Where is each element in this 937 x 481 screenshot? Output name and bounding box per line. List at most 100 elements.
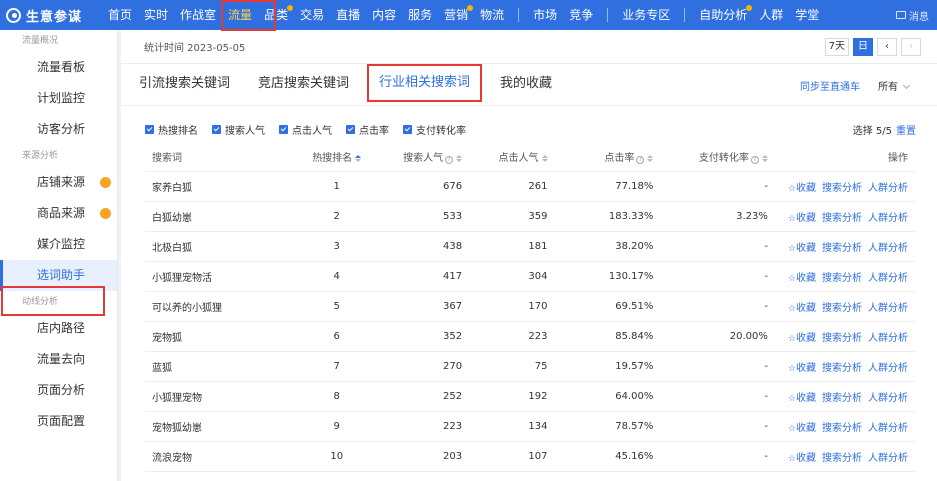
star-icon: ☆ [787, 333, 796, 344]
col-click-popularity[interactable]: 点击人气 [469, 143, 554, 171]
nav-item-competition[interactable]: 竞争 [563, 0, 599, 30]
filter-conversion[interactable]: 支付转化率 [403, 122, 466, 137]
crowd-analysis-link[interactable]: 人群分析 [868, 363, 908, 374]
tab-competitor-keywords[interactable]: 竞店搜索关键词 [248, 63, 359, 105]
help-icon[interactable]: ? [750, 156, 759, 165]
cell-keyword: 宠物狐 [145, 320, 290, 351]
nav-item-self-analysis[interactable]: 自助分析 [693, 0, 753, 30]
sync-to-ztc-link[interactable]: 同步至直通车 [800, 78, 860, 93]
collect-button[interactable]: ☆收藏 [788, 273, 816, 284]
sidebar-item-page-analysis[interactable]: 页面分析 [0, 375, 117, 406]
sidebar-group-overview: 流量概况 [22, 36, 59, 46]
sidebar-item-shop-source[interactable]: 店铺来源 [0, 167, 117, 198]
sort-icon[interactable] [456, 155, 463, 163]
filter-hot-rank[interactable]: 热搜排名 [145, 122, 198, 137]
collect-button[interactable]: ☆收藏 [788, 303, 816, 314]
sidebar-item-traffic-board[interactable]: 流量看板 [0, 52, 117, 83]
crowd-analysis-link[interactable]: 人群分析 [868, 183, 908, 194]
range-day-button[interactable]: 日 [853, 38, 873, 56]
nav-item-traffic[interactable]: 流量 [222, 0, 258, 30]
cell-click-popularity: 223 [469, 320, 555, 351]
sidebar-item-product-source[interactable]: 商品来源 [0, 198, 117, 229]
nav-item-business-zone[interactable]: 业务专区 [616, 0, 676, 30]
sidebar-item-page-config[interactable]: 页面配置 [0, 406, 117, 437]
reset-button[interactable]: 重置 [896, 122, 916, 137]
sidebar-item-visitor-analysis[interactable]: 访客分析 [0, 114, 117, 145]
crowd-analysis-link[interactable]: 人群分析 [868, 273, 908, 284]
nav-item-logistics[interactable]: 物流 [474, 0, 510, 30]
filter-ctr[interactable]: 点击率 [346, 122, 389, 137]
nav-item-realtime[interactable]: 实时 [138, 0, 174, 30]
col-hot-rank[interactable]: 热搜排名 [290, 143, 384, 171]
app-logo[interactable]: 生意参谋 [0, 6, 102, 25]
collect-button[interactable]: ☆收藏 [788, 453, 816, 464]
tab-my-favorites[interactable]: 我的收藏 [490, 63, 562, 105]
sidebar-item-traffic-destination[interactable]: 流量去向 [0, 344, 117, 375]
next-date-button[interactable]: › [901, 38, 921, 56]
nav-item-academy[interactable]: 学堂 [789, 0, 825, 30]
nav-item-warroom[interactable]: 作战室 [174, 0, 222, 30]
nav-item-trade[interactable]: 交易 [294, 0, 330, 30]
crowd-analysis-link[interactable]: 人群分析 [868, 213, 908, 224]
sort-icon[interactable] [541, 155, 548, 163]
sort-icon[interactable] [761, 155, 768, 163]
checkbox-checked-icon [403, 124, 412, 134]
nav-item-live[interactable]: 直播 [330, 0, 366, 30]
nav-item-marketing[interactable]: 营销 [438, 0, 474, 30]
collect-button[interactable]: ☆收藏 [788, 183, 816, 194]
nav-item-crowd[interactable]: 人群 [753, 0, 789, 30]
search-analysis-link[interactable]: 搜索分析 [822, 453, 862, 464]
sort-icon[interactable] [355, 155, 362, 163]
tab-traffic-keywords[interactable]: 引流搜索关键词 [129, 63, 240, 105]
cell-operations: ☆收藏 搜索分析 人群分析 [774, 290, 915, 321]
cell-search-popularity: 270 [383, 350, 470, 381]
crowd-analysis-link[interactable]: 人群分析 [868, 453, 908, 464]
crowd-analysis-link[interactable]: 人群分析 [868, 423, 908, 434]
collect-button[interactable]: ☆收藏 [788, 363, 816, 374]
collect-button[interactable]: ☆收藏 [788, 243, 816, 254]
col-conversion[interactable]: 支付转化率? [660, 143, 775, 171]
sort-icon[interactable] [647, 155, 654, 163]
terminal-select[interactable]: 所有 [878, 78, 911, 93]
filter-click-popularity[interactable]: 点击人气 [279, 122, 332, 137]
sidebar-item-plan-monitor[interactable]: 计划监控 [0, 83, 117, 114]
checkbox-checked-icon [346, 124, 355, 134]
col-search-popularity[interactable]: 搜索人气? [384, 143, 469, 171]
nav-item-home[interactable]: 首页 [102, 0, 138, 30]
nav-item-market[interactable]: 市场 [527, 0, 563, 30]
col-ctr[interactable]: 点击率? [555, 143, 661, 171]
crowd-analysis-link[interactable]: 人群分析 [868, 243, 908, 254]
filter-search-popularity[interactable]: 搜索人气 [212, 122, 265, 137]
search-analysis-link[interactable]: 搜索分析 [822, 273, 862, 284]
collect-button[interactable]: ☆收藏 [788, 333, 816, 344]
crowd-analysis-link[interactable]: 人群分析 [868, 393, 908, 404]
help-icon[interactable]: ? [636, 156, 645, 165]
collect-button[interactable]: ☆收藏 [788, 423, 816, 434]
search-analysis-link[interactable]: 搜索分析 [822, 243, 862, 254]
search-analysis-link[interactable]: 搜索分析 [822, 213, 862, 224]
nav-item-content[interactable]: 内容 [366, 0, 402, 30]
collect-button[interactable]: ☆收藏 [788, 393, 816, 404]
message-button[interactable]: 消息 [896, 0, 929, 30]
search-analysis-link[interactable]: 搜索分析 [822, 303, 862, 314]
search-analysis-link[interactable]: 搜索分析 [822, 423, 862, 434]
sidebar-item-keyword-assistant[interactable]: 选词助手 [0, 260, 117, 291]
range-7d-button[interactable]: 7天 [824, 38, 849, 56]
collect-button[interactable]: ☆收藏 [788, 213, 816, 224]
table-row: 小狐狸宠物 8 252 192 64.00% - ☆收藏 搜索分析 人群分析 [145, 380, 915, 411]
search-analysis-link[interactable]: 搜索分析 [822, 183, 862, 194]
crowd-analysis-link[interactable]: 人群分析 [868, 333, 908, 344]
help-icon[interactable]: ? [445, 156, 454, 165]
search-analysis-link[interactable]: 搜索分析 [822, 363, 862, 374]
table-body: 家养白狐 1 676 261 77.18% - ☆收藏 搜索分析 人群分析 白狐幼崽 2 533 359… [145, 170, 915, 472]
nav-item-category[interactable]: 品类 [258, 0, 294, 30]
prev-date-button[interactable]: ‹ [877, 38, 897, 56]
cell-keyword: 白狐幼崽 [145, 200, 290, 231]
crowd-analysis-link[interactable]: 人群分析 [868, 303, 908, 314]
nav-item-service[interactable]: 服务 [402, 0, 438, 30]
sidebar-item-media-monitor[interactable]: 媒介监控 [0, 229, 117, 260]
search-analysis-link[interactable]: 搜索分析 [822, 333, 862, 344]
sidebar-item-store-path[interactable]: 店内路径 [0, 313, 117, 344]
tab-industry-keywords[interactable]: 行业相关搜索词 [367, 64, 483, 102]
search-analysis-link[interactable]: 搜索分析 [822, 393, 862, 404]
